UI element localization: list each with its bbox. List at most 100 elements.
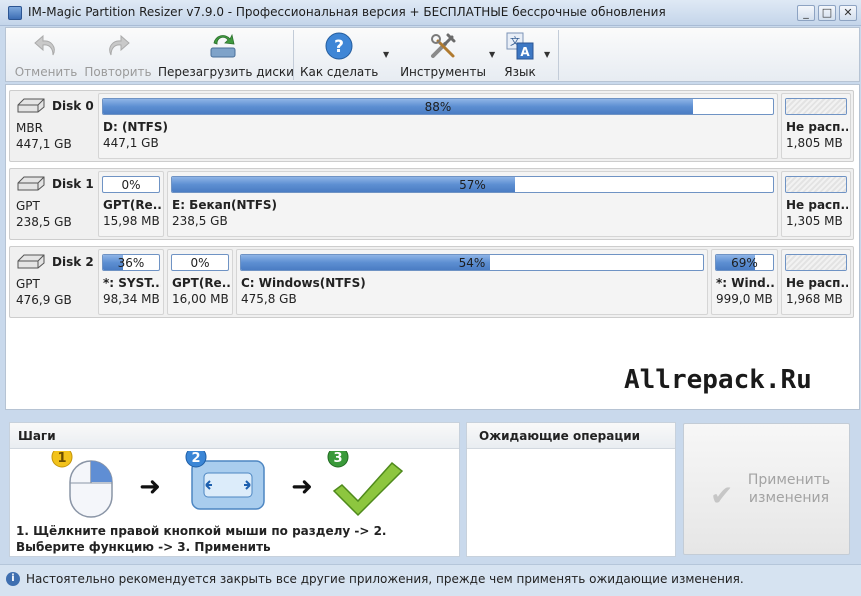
language-label: Язык	[504, 65, 536, 79]
steps-title: Шаги	[18, 429, 56, 443]
info-icon: i	[6, 572, 20, 586]
reload-disks-button[interactable]: Перезагрузить диски	[158, 28, 294, 81]
partition-label: Не расп...	[786, 198, 848, 212]
partition-size: 1,805 MB	[786, 136, 843, 150]
disk-row[interactable]: Disk 0 MBR 447,1 GB 88% D: (NTFS) 447,1 …	[9, 90, 854, 162]
disk-info[interactable]: Disk 2 GPT 476,9 GB	[10, 247, 96, 317]
partition-size: 447,1 GB	[103, 136, 159, 150]
partition-size: 15,98 MB	[103, 214, 160, 228]
panel-header: Шаги	[10, 423, 459, 449]
partition-label: D: (NTFS)	[103, 120, 168, 134]
disk-row[interactable]: Disk 1 GPT 238,5 GB 0% GPT(Re... 15,98 M…	[9, 168, 854, 240]
partition[interactable]: 57% E: Бекап(NTFS) 238,5 GB	[167, 171, 778, 237]
disk-map: Disk 0 MBR 447,1 GB 88% D: (NTFS) 447,1 …	[5, 84, 860, 410]
partition-label: E: Бекап(NTFS)	[172, 198, 278, 212]
maximize-button[interactable]: □	[818, 5, 836, 21]
disk-row[interactable]: Disk 2 GPT 476,9 GB 36% *: SYST... 98,34…	[9, 246, 854, 318]
step-badge-2-number: 2	[191, 451, 200, 466]
usage-percent: 57%	[459, 178, 486, 192]
hard-disk-icon	[17, 254, 45, 269]
partition[interactable]: 54% C: Windows(NTFS) 475,8 GB	[236, 249, 708, 315]
partition-label: GPT(Re...	[172, 276, 230, 290]
disk-type: GPT	[16, 277, 40, 291]
partition-label: *: Wind...	[716, 276, 775, 290]
apply-changes-button[interactable]: ✔ Применить изменения	[683, 423, 850, 555]
partition-size: 1,968 MB	[786, 292, 843, 306]
tools-label: Инструменты	[400, 65, 486, 79]
steps-illustration: 1 ➜ 2 ➜ 3	[51, 451, 404, 518]
tools-dropdown-arrow[interactable]: ▼	[489, 50, 495, 59]
checkmark-icon	[332, 461, 404, 517]
watermark-text: Allrepack.Ru	[624, 365, 812, 395]
step-badge-3-number: 3	[333, 451, 342, 466]
tools-icon	[431, 33, 456, 58]
help-icon: ?	[325, 32, 353, 60]
mouse-icon	[69, 460, 113, 518]
usage-percent: 0%	[121, 178, 141, 192]
partition-size: 475,8 GB	[241, 292, 297, 306]
language-button[interactable]: 文 A Язык	[500, 28, 540, 81]
redo-label: Повторить	[84, 65, 152, 79]
disk-size: 447,1 GB	[16, 137, 72, 151]
language-dropdown-arrow[interactable]: ▼	[544, 50, 550, 59]
undo-button[interactable]: Отменить	[10, 28, 82, 81]
pending-operations-panel: Ожидающие операции	[466, 422, 676, 557]
hard-disk-icon	[17, 98, 45, 113]
unallocated-partition[interactable]: Не расп... 1,805 MB	[781, 93, 851, 159]
disk-size: 238,5 GB	[16, 215, 72, 229]
status-message: Настоятельно рекомендуется закрыть все д…	[26, 572, 744, 586]
usage-percent: 88%	[424, 100, 452, 114]
usage-bar: 0%	[102, 176, 160, 193]
unallocated-fill	[786, 177, 846, 192]
partition-label: *: SYST...	[103, 276, 161, 290]
undo-label: Отменить	[14, 65, 78, 79]
usage-percent: 0%	[190, 256, 210, 270]
howto-label: Как сделать	[300, 65, 379, 79]
partition-size: 1,305 MB	[786, 214, 843, 228]
redo-icon	[109, 34, 130, 56]
disk-info[interactable]: Disk 0 MBR 447,1 GB	[10, 91, 96, 161]
unallocated-partition[interactable]: Не расп... 1,968 MB	[781, 249, 851, 315]
undo-icon	[34, 34, 55, 56]
partition-size: 98,34 MB	[103, 292, 160, 306]
step-arrow-icon: ➜	[291, 472, 313, 502]
step-arrow-icon: ➜	[139, 472, 161, 502]
svg-text:?: ?	[334, 37, 344, 57]
partition[interactable]: 0% GPT(Re... 15,98 MB	[98, 171, 164, 237]
reload-label: Перезагрузить диски	[158, 65, 294, 79]
disk-info[interactable]: Disk 1 GPT 238,5 GB	[10, 169, 96, 239]
reload-icon	[210, 33, 236, 58]
apply-changes-label: Применить изменения	[747, 472, 831, 506]
usage-bar	[785, 254, 847, 271]
partition[interactable]: 88% D: (NTFS) 447,1 GB	[98, 93, 778, 159]
unallocated-fill	[786, 255, 846, 270]
howto-button[interactable]: ? Как сделать	[300, 28, 378, 81]
disk-name: Disk 0	[52, 99, 94, 113]
status-bar: i Настоятельно рекомендуется закрыть все…	[0, 564, 861, 596]
partition[interactable]: 36% *: SYST... 98,34 MB	[98, 249, 164, 315]
usage-bar: 57%	[171, 176, 774, 193]
pending-title: Ожидающие операции	[479, 429, 641, 443]
resize-disk-icon	[191, 460, 265, 510]
unallocated-partition[interactable]: Не расп... 1,305 MB	[781, 171, 851, 237]
usage-percent: 69%	[731, 256, 758, 270]
minimize-button[interactable]: _	[797, 5, 815, 21]
usage-bar: 0%	[171, 254, 229, 271]
tools-button[interactable]: Инструменты	[396, 28, 490, 81]
usage-bar: 69%	[715, 254, 774, 271]
partition-label: GPT(Re...	[103, 198, 161, 212]
partition[interactable]: 69% *: Wind... 999,0 MB	[711, 249, 778, 315]
steps-instructions: 1. Щёлкните правой кнопкой мыши по разде…	[16, 524, 387, 554]
close-button[interactable]: ✕	[839, 5, 857, 21]
howto-dropdown-arrow[interactable]: ▼	[383, 50, 389, 59]
language-icon: 文 A	[506, 32, 534, 60]
title-bar: IM-Magic Partition Resizer v7.9.0 - Проф…	[0, 0, 861, 26]
disk-type: MBR	[16, 121, 43, 135]
partition-label: C: Windows(NTFS)	[241, 276, 366, 290]
partition[interactable]: 0% GPT(Re... 16,00 MB	[167, 249, 233, 315]
redo-button[interactable]: Повторить	[82, 28, 154, 81]
partition-label: Не расп...	[786, 276, 848, 290]
window-title: IM-Magic Partition Resizer v7.9.0 - Проф…	[28, 5, 666, 19]
check-icon: ✔	[710, 479, 734, 512]
hard-disk-icon	[17, 176, 45, 191]
